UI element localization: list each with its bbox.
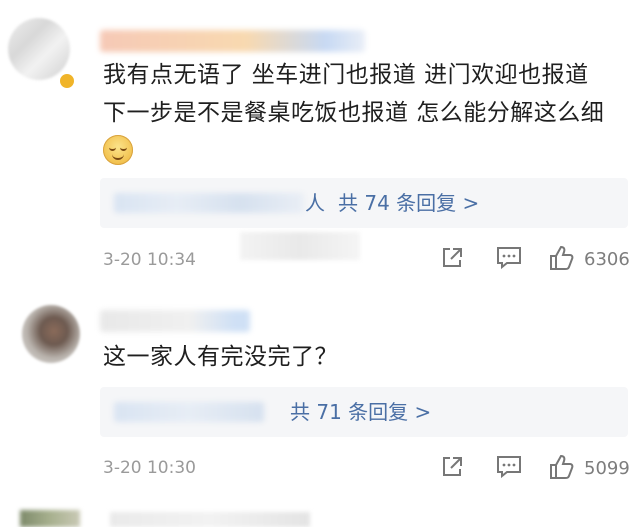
reply-count-link[interactable]: 共 71 条回复 > <box>290 397 431 427</box>
comment-text: 这一家人有完没完了？ <box>103 344 338 370</box>
reply-summary[interactable]: 共 71 条回复 > <box>100 387 628 437</box>
smile-emoji-icon <box>103 135 133 165</box>
comment-text: 下一步是不是餐桌吃饭也报道 怎么能分解这么细 <box>103 100 605 126</box>
verified-badge-icon <box>58 72 76 90</box>
comment-text: 我有点无语了 坐车进门也报道 进门欢迎也报道 <box>103 62 589 88</box>
comment-icon[interactable] <box>496 246 522 270</box>
thumbs-up-icon[interactable] <box>548 244 576 272</box>
comment-item: 我有点无语了 坐车进门也报道 进门欢迎也报道 下一步是不是餐桌吃饭也报道 怎么能… <box>0 0 640 290</box>
username[interactable] <box>100 310 250 332</box>
reply-summary[interactable]: 人 共 74 条回复 > <box>100 178 628 228</box>
reply-names <box>114 402 264 422</box>
comment-item: 这一家人有完没完了？ 共 71 条回复 > 3-20 10:30 5099 <box>0 290 640 490</box>
timestamp: 3-20 10:30 <box>103 458 196 478</box>
avatar[interactable] <box>8 18 70 80</box>
share-icon[interactable] <box>440 455 464 479</box>
comment-icon[interactable] <box>496 455 522 479</box>
share-icon[interactable] <box>440 246 464 270</box>
reply-suffix: 人 <box>305 191 325 215</box>
like-count: 6306 <box>584 249 630 270</box>
like-count: 5099 <box>584 458 630 479</box>
reply-count-link[interactable]: 共 74 条回复 > <box>338 188 479 218</box>
thumbs-up-icon[interactable] <box>548 453 576 481</box>
username[interactable] <box>100 30 365 52</box>
next-comment-username[interactable] <box>110 512 310 527</box>
next-comment-avatar[interactable] <box>20 510 80 527</box>
timestamp: 3-20 10:34 <box>103 250 196 270</box>
blurred-region <box>240 232 360 260</box>
reply-names <box>114 193 304 213</box>
avatar[interactable] <box>22 305 80 363</box>
